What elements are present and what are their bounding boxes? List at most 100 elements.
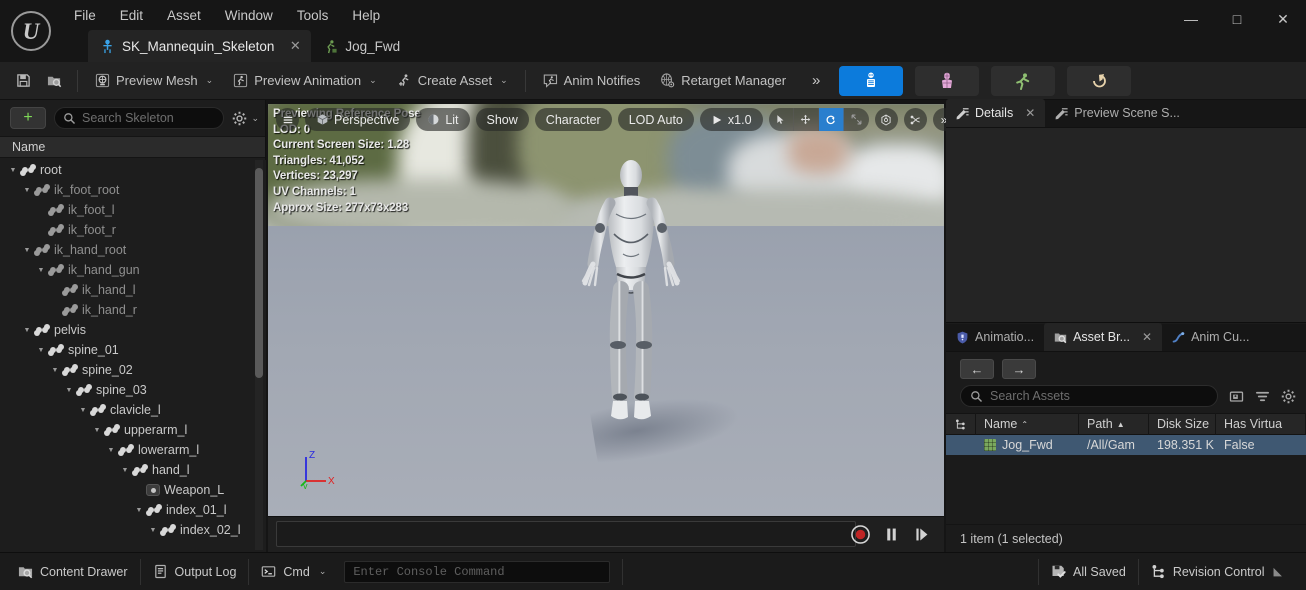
tree-row-lowerarm_l[interactable]: ▼ lowerarm_l: [0, 440, 266, 460]
mode-button-skeleton[interactable]: [839, 65, 904, 96]
maximize-button[interactable]: □: [1214, 0, 1260, 38]
menu-edit[interactable]: Edit: [108, 4, 155, 27]
viewport-lighting-button[interactable]: Lit: [416, 108, 470, 131]
scale-tool-button[interactable]: [844, 108, 869, 131]
close-window-button[interactable]: ✕: [1260, 0, 1306, 38]
viewport-playrate-button[interactable]: x1.0: [699, 108, 763, 131]
console-input-field[interactable]: [353, 564, 602, 579]
viewport-menu-button[interactable]: [276, 108, 299, 131]
column-header-disk-size[interactable]: Disk Size: [1149, 413, 1216, 435]
expand-arrow-icon[interactable]: ▼: [146, 527, 160, 534]
preview-mesh-button[interactable]: Preview Mesh ⌄: [86, 66, 222, 96]
expand-arrow-icon[interactable]: ▼: [90, 427, 104, 434]
close-icon[interactable]: ✕: [289, 38, 301, 54]
move-tool-button[interactable]: [794, 108, 819, 131]
tree-row-pelvis[interactable]: ▼ pelvis: [0, 320, 266, 340]
menu-tools[interactable]: Tools: [285, 4, 341, 27]
tab-preview-scene-settings[interactable]: Preview Scene S...: [1045, 99, 1190, 127]
tree-row-index_02_l[interactable]: ▼ index_02_l: [0, 520, 266, 540]
preview-viewport[interactable]: Previewing Reference Pose LOD: 0 Current…: [268, 104, 944, 516]
preview-animation-button[interactable]: Preview Animation ⌄: [224, 66, 386, 96]
table-row[interactable]: Jog_Fwd /All/Gam 198.351 K False: [946, 435, 1306, 455]
tab-anim-curves[interactable]: Anim Cu...: [1162, 323, 1259, 351]
tree-row-ik_hand_l[interactable]: ▼ ik_hand_l: [0, 280, 266, 300]
content-drawer-button[interactable]: Content Drawer: [6, 559, 140, 585]
tab-sk-mannequin-skeleton[interactable]: SK_Mannequin_Skeleton ✕: [88, 30, 312, 62]
tree-row-clavicle_l[interactable]: ▼ clavicle_l: [0, 400, 266, 420]
expand-arrow-icon[interactable]: ▼: [34, 347, 48, 354]
tree-row-upperarm_l[interactable]: ▼ upperarm_l: [0, 420, 266, 440]
asset-search-box[interactable]: [960, 385, 1218, 407]
viewport-character-button[interactable]: Character: [534, 108, 612, 131]
menu-window[interactable]: Window: [213, 4, 285, 27]
add-bone-button[interactable]: +: [10, 107, 46, 129]
console-command-input[interactable]: [344, 560, 611, 583]
expand-arrow-icon[interactable]: ▼: [76, 407, 90, 414]
expand-arrow-icon[interactable]: ▼: [34, 267, 48, 274]
tree-row-index_01_l[interactable]: ▼ index_01_l: [0, 500, 266, 520]
tree-row-root[interactable]: ▼ root: [0, 160, 266, 180]
tree-row-spine_02[interactable]: ▼ spine_02: [0, 360, 266, 380]
tree-row-spine_01[interactable]: ▼ spine_01: [0, 340, 266, 360]
viewport-view-mode-button[interactable]: Perspective: [305, 108, 411, 131]
expand-arrow-icon[interactable]: ▼: [118, 467, 132, 474]
expand-arrow-icon[interactable]: ▼: [20, 247, 34, 254]
cmd-mode-button[interactable]: Cmd ⌄: [249, 559, 338, 585]
unreal-logo-icon[interactable]: U: [11, 11, 51, 51]
mode-button-animation[interactable]: [991, 65, 1056, 96]
asset-search-input[interactable]: [990, 389, 1208, 403]
mannequin-preview-mesh[interactable]: [566, 159, 696, 429]
close-icon[interactable]: ✕: [1025, 106, 1035, 120]
expand-arrow-icon[interactable]: ▼: [6, 167, 20, 174]
skeleton-tree[interactable]: ▼ root ▼ ik_foot_root ▼ ik_foot_l ▼ ik_foot_r ▼ i…: [0, 160, 266, 552]
tree-row-ik_hand_gun[interactable]: ▼ ik_hand_gun: [0, 260, 266, 280]
pause-button[interactable]: [883, 526, 900, 543]
tab-jog-fwd[interactable]: Jog_Fwd: [311, 30, 410, 62]
anim-notifies-button[interactable]: Anim Notifies: [534, 66, 650, 96]
expand-arrow-icon[interactable]: ▼: [132, 507, 146, 514]
skeleton-search-box[interactable]: [54, 107, 225, 129]
search-input[interactable]: [82, 111, 216, 125]
world-coords-button[interactable]: [874, 108, 898, 131]
viewport-lod-button[interactable]: LOD Auto: [617, 108, 694, 131]
menu-asset[interactable]: Asset: [155, 4, 213, 27]
timeline-scrubber[interactable]: [276, 521, 856, 547]
select-tool-button[interactable]: [769, 108, 794, 131]
retarget-manager-button[interactable]: Retarget Manager: [651, 66, 795, 96]
toolbar-overflow-button[interactable]: »: [806, 72, 823, 89]
resize-grip-icon[interactable]: ◣: [1274, 565, 1282, 578]
tab-asset-browser[interactable]: Asset Br... ✕: [1044, 323, 1163, 351]
menu-help[interactable]: Help: [340, 4, 392, 27]
settings-icon[interactable]: [1281, 389, 1296, 404]
tree-row-spine_03[interactable]: ▼ spine_03: [0, 380, 266, 400]
revision-control-button[interactable]: Revision Control ◣: [1139, 559, 1294, 585]
tree-column-header[interactable]: Name: [0, 136, 265, 158]
skeleton-settings-button[interactable]: ⌄: [232, 111, 259, 126]
snap-settings-button[interactable]: [903, 108, 927, 131]
expand-arrow-icon[interactable]: ▼: [62, 387, 76, 394]
menu-file[interactable]: File: [62, 4, 108, 27]
column-header-tree[interactable]: [946, 413, 976, 435]
tab-details[interactable]: Details ✕: [946, 99, 1046, 127]
expand-arrow-icon[interactable]: ▼: [20, 187, 34, 194]
column-header-has-virtualized[interactable]: Has Virtua: [1216, 413, 1306, 435]
expand-arrow-icon[interactable]: ▼: [20, 327, 34, 334]
expand-arrow-icon[interactable]: ▼: [104, 447, 118, 454]
mode-button-physics[interactable]: [1067, 65, 1132, 96]
add-folder-icon[interactable]: [1229, 389, 1244, 404]
tree-row-ik_hand_r[interactable]: ▼ ik_hand_r: [0, 300, 266, 320]
tree-row-ik_foot_l[interactable]: ▼ ik_foot_l: [0, 200, 266, 220]
rotate-tool-button[interactable]: [818, 108, 844, 131]
tab-animation-asset-details[interactable]: Animatio...: [946, 323, 1044, 351]
filter-icon[interactable]: [1255, 389, 1270, 404]
viewport-show-button[interactable]: Show: [475, 108, 529, 131]
all-saved-button[interactable]: All Saved: [1039, 559, 1138, 585]
output-log-button[interactable]: Output Log: [141, 559, 249, 585]
nav-back-button[interactable]: ←: [960, 359, 994, 379]
nav-forward-button[interactable]: →: [1002, 359, 1036, 379]
tree-row-hand_l[interactable]: ▼ hand_l: [0, 460, 266, 480]
column-header-path[interactable]: Path ▲: [1079, 413, 1149, 435]
browse-asset-button[interactable]: [40, 66, 69, 96]
column-header-name[interactable]: Name ⌃: [976, 413, 1079, 435]
minimize-button[interactable]: —: [1168, 0, 1214, 38]
